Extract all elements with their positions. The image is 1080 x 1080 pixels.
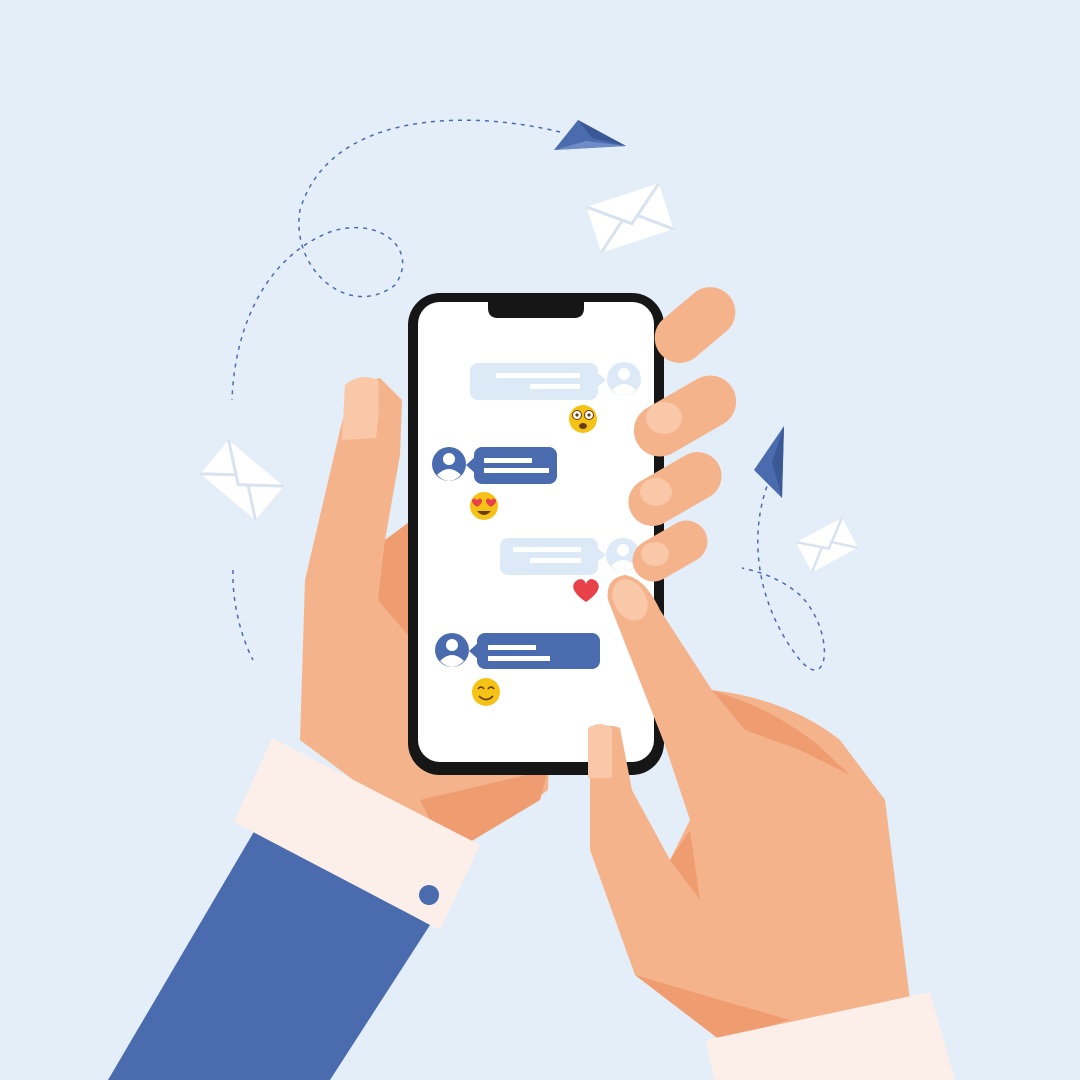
cufflink	[419, 885, 439, 905]
chat-bubble	[470, 363, 598, 400]
fingernail	[640, 478, 672, 506]
fingernail	[641, 542, 669, 566]
chat-bubble	[500, 538, 598, 575]
phone-notch	[488, 300, 584, 318]
avatar-icon	[607, 362, 641, 396]
fingernail	[646, 402, 682, 434]
heart-eyes-emoji-icon	[470, 492, 498, 520]
smiling-emoji-icon	[472, 678, 500, 706]
dizzy-eyes-emoji-icon	[569, 405, 597, 433]
thumb-nail	[588, 724, 612, 778]
chat-bubble	[477, 633, 600, 669]
chat-bubble	[474, 447, 557, 484]
avatar-icon	[435, 633, 469, 667]
phone	[408, 293, 664, 775]
chat-illustration	[0, 0, 1080, 1080]
left-thumb-nail	[342, 376, 379, 440]
avatar-icon	[432, 447, 466, 481]
